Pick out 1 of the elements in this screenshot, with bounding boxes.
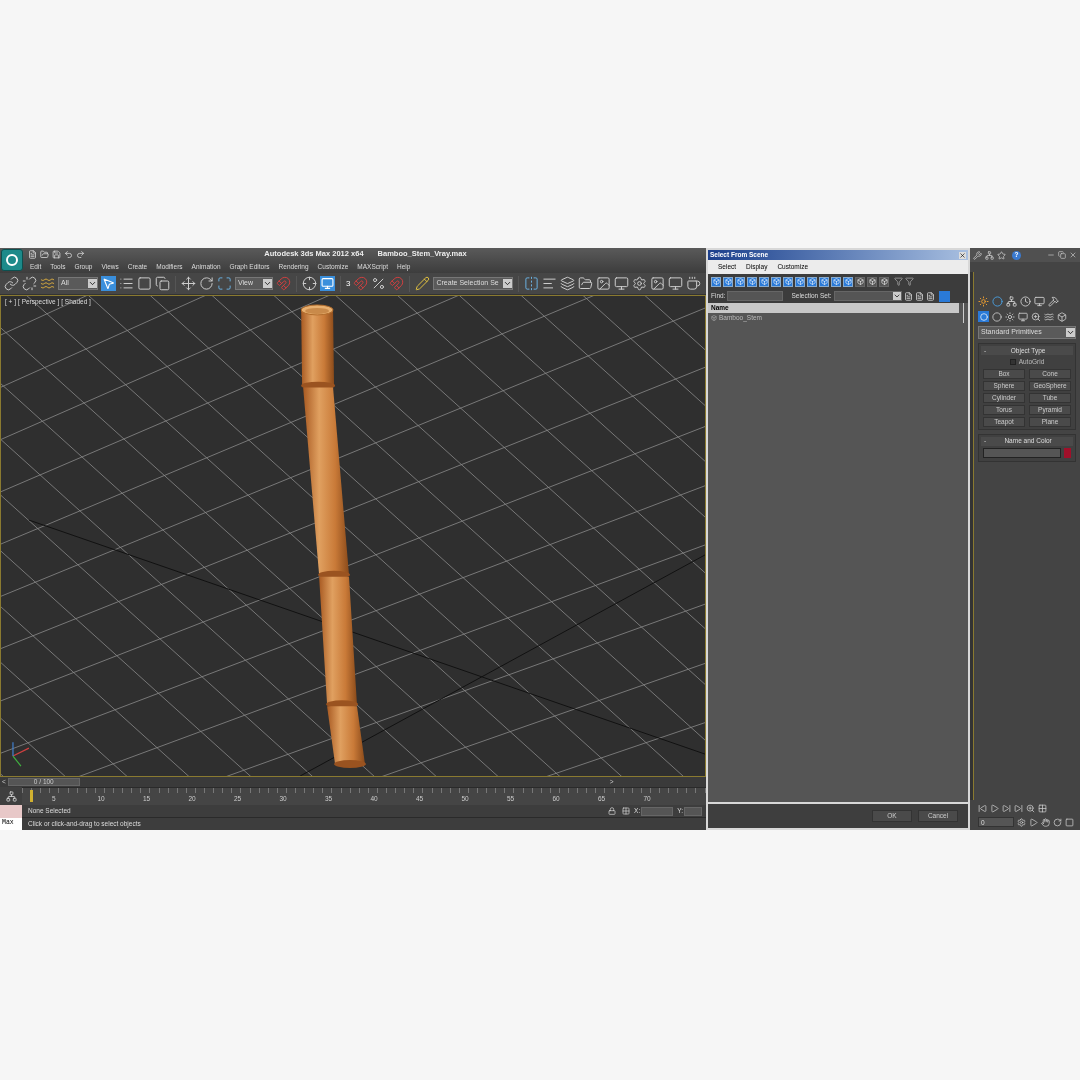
snap-toggle[interactable]: 3 bbox=[346, 277, 351, 290]
